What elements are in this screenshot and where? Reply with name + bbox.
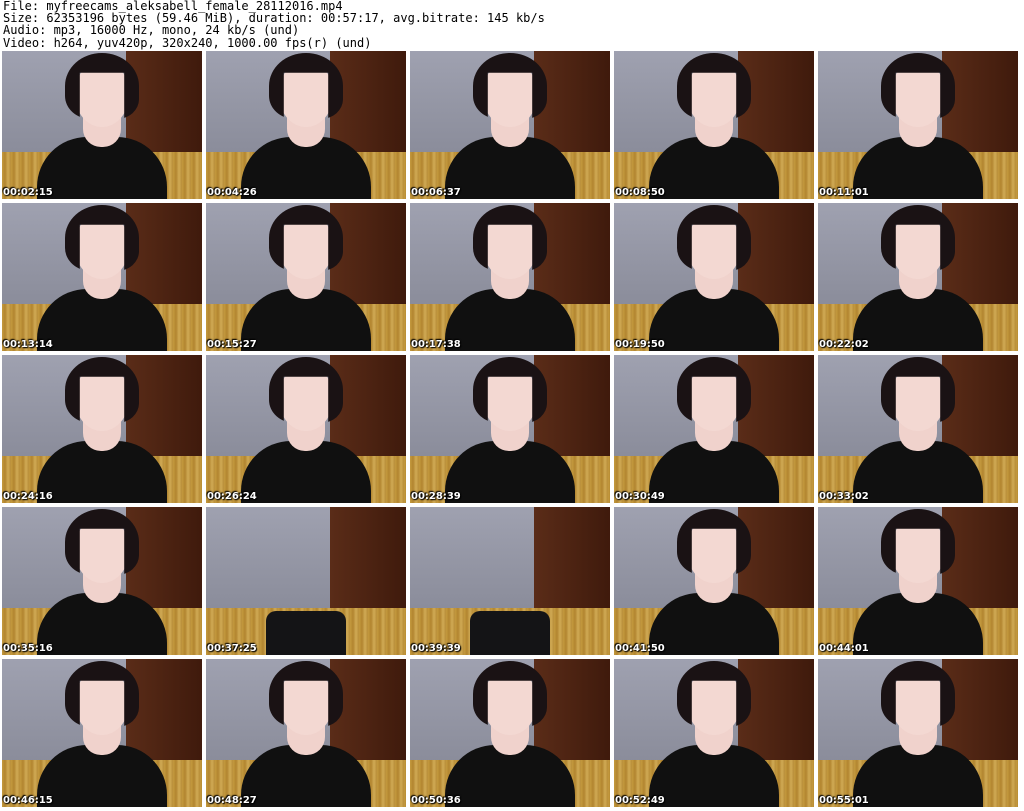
thumbnail-timestamp: 00:19:50 [615, 339, 665, 350]
video-thumbnail[interactable]: 00:35:16 [2, 507, 202, 655]
person-figure [27, 51, 177, 199]
video-thumbnail[interactable]: 00:08:50 [614, 51, 814, 199]
video-thumbnail[interactable]: 00:37:25 [206, 507, 406, 655]
thumbnail-background [410, 507, 534, 611]
thumbnail-timestamp: 00:28:39 [411, 491, 461, 502]
video-thumbnail[interactable]: 00:39:39 [410, 507, 610, 655]
thumbnail-timestamp: 00:08:50 [615, 187, 665, 198]
thumbnail-background [206, 507, 330, 611]
person-figure [435, 659, 585, 807]
thumbnail-timestamp: 00:39:39 [411, 643, 461, 654]
person-figure [435, 203, 585, 351]
video-thumbnail[interactable]: 00:48:27 [206, 659, 406, 807]
thumbnail-timestamp: 00:24:16 [3, 491, 53, 502]
thumbnail-timestamp: 00:48:27 [207, 795, 257, 806]
video-thumbnail[interactable]: 00:04:26 [206, 51, 406, 199]
thumbnail-timestamp: 00:33:02 [819, 491, 869, 502]
person-figure [27, 507, 177, 655]
video-thumbnail[interactable]: 00:26:24 [206, 355, 406, 503]
person-figure [435, 355, 585, 503]
video-thumbnail[interactable]: 00:15:27 [206, 203, 406, 351]
empty-chair [470, 611, 550, 655]
person-figure [231, 51, 381, 199]
thumbnail-timestamp: 00:50:36 [411, 795, 461, 806]
person-figure [843, 659, 993, 807]
video-thumbnail[interactable]: 00:30:49 [614, 355, 814, 503]
person-figure [639, 355, 789, 503]
thumbnail-timestamp: 00:06:37 [411, 187, 461, 198]
video-thumbnail[interactable]: 00:13:14 [2, 203, 202, 351]
thumbnail-timestamp: 00:15:27 [207, 339, 257, 350]
person-figure [231, 203, 381, 351]
person-figure [231, 355, 381, 503]
thumbnail-timestamp: 00:41:50 [615, 643, 665, 654]
person-figure [843, 203, 993, 351]
thumbnail-grid: 00:02:15 00:04:26 00:06:37 00:08:50 00:11:01… [2, 51, 1022, 811]
video-thumbnail[interactable]: 00:44:01 [818, 507, 1018, 655]
empty-chair [266, 611, 346, 655]
person-figure [843, 51, 993, 199]
person-figure [639, 659, 789, 807]
person-figure [231, 659, 381, 807]
thumbnail-timestamp: 00:55:01 [819, 795, 869, 806]
video-thumbnail[interactable]: 00:33:02 [818, 355, 1018, 503]
video-thumbnail[interactable]: 00:24:16 [2, 355, 202, 503]
person-figure [843, 507, 993, 655]
file-info-header: File: myfreecams_aleksabell_female_28112… [3, 0, 545, 49]
person-figure [639, 507, 789, 655]
thumbnail-timestamp: 00:35:16 [3, 643, 53, 654]
thumbnail-timestamp: 00:30:49 [615, 491, 665, 502]
video-thumbnail[interactable]: 00:50:36 [410, 659, 610, 807]
thumbnail-timestamp: 00:04:26 [207, 187, 257, 198]
person-figure [435, 51, 585, 199]
thumbnail-timestamp: 00:22:02 [819, 339, 869, 350]
video-thumbnail[interactable]: 00:41:50 [614, 507, 814, 655]
thumbnail-timestamp: 00:13:14 [3, 339, 53, 350]
thumbnail-timestamp: 00:26:24 [207, 491, 257, 502]
video-thumbnail[interactable]: 00:28:39 [410, 355, 610, 503]
video-thumbnail[interactable]: 00:19:50 [614, 203, 814, 351]
thumbnail-timestamp: 00:37:25 [207, 643, 257, 654]
person-figure [843, 355, 993, 503]
video-thumbnail[interactable]: 00:02:15 [2, 51, 202, 199]
thumbnail-timestamp: 00:02:15 [3, 187, 53, 198]
thumbnail-timestamp: 00:46:15 [3, 795, 53, 806]
thumbnail-timestamp: 00:11:01 [819, 187, 869, 198]
video-thumbnail[interactable]: 00:17:38 [410, 203, 610, 351]
person-figure [27, 203, 177, 351]
video-thumbnail[interactable]: 00:55:01 [818, 659, 1018, 807]
video-info-line: Video: h264, yuv420p, 320x240, 1000.00 f… [3, 35, 372, 50]
thumbnail-timestamp: 00:44:01 [819, 643, 869, 654]
person-figure [639, 51, 789, 199]
video-thumbnail[interactable]: 00:46:15 [2, 659, 202, 807]
video-thumbnail[interactable]: 00:11:01 [818, 51, 1018, 199]
video-thumbnail[interactable]: 00:22:02 [818, 203, 1018, 351]
audio-info-line: Audio: mp3, 16000 Hz, mono, 24 kb/s (und… [3, 23, 300, 38]
thumbnail-timestamp: 00:52:49 [615, 795, 665, 806]
video-thumbnail[interactable]: 00:52:49 [614, 659, 814, 807]
video-thumbnail[interactable]: 00:06:37 [410, 51, 610, 199]
thumbnail-timestamp: 00:17:38 [411, 339, 461, 350]
person-figure [639, 203, 789, 351]
person-figure [27, 355, 177, 503]
person-figure [27, 659, 177, 807]
